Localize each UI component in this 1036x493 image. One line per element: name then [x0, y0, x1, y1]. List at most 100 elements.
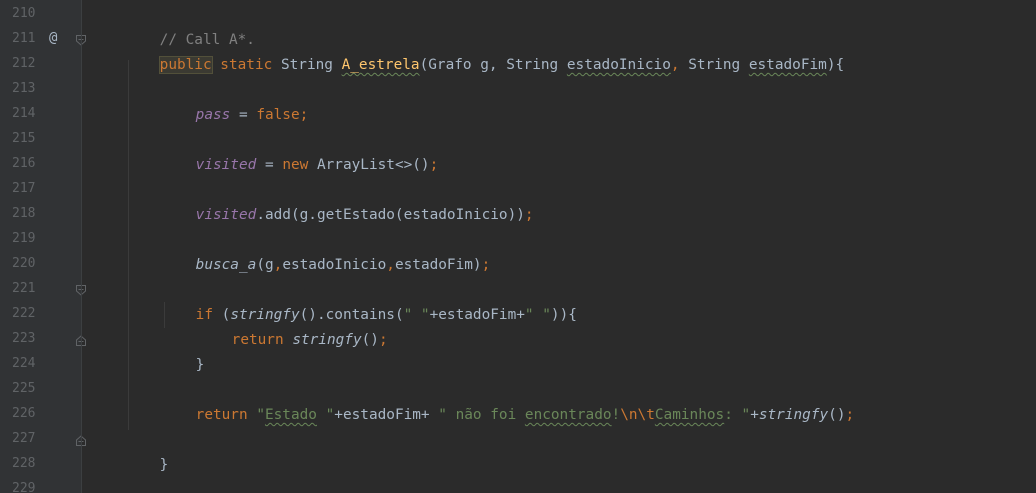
line-number: 221 [12, 281, 36, 296]
line-number: 211 [12, 31, 36, 46]
string-literal: " não foi [438, 407, 525, 423]
line-number: 218 [12, 206, 36, 221]
line-number: 216 [12, 156, 36, 171]
expression: +estadoFim+ [334, 407, 439, 423]
code-editor[interactable]: 210 211 @ 212 213 214 215 216 217 218 21… [0, 0, 1036, 493]
semicolon: ; [429, 157, 439, 173]
type-name: String [280, 57, 342, 73]
string-literal: " [256, 407, 265, 423]
params-close: ){ [826, 57, 845, 73]
type-name: String [688, 57, 749, 73]
string-literal: " [316, 407, 335, 423]
line-gutter[interactable]: 210 211 @ 212 213 214 215 216 217 218 21… [0, 0, 86, 493]
line-number: 223 [12, 331, 36, 346]
code-line-225[interactable]: return "Estado "+estadoFim+ " não foi en… [161, 378, 855, 423]
line-number: 229 [12, 481, 36, 493]
expression: )){ [550, 307, 577, 323]
line-number: 213 [12, 81, 36, 96]
line-number: 217 [12, 181, 36, 196]
line-number: 227 [12, 431, 36, 446]
operator: = [230, 107, 257, 123]
gutter-line: 216 [0, 153, 81, 178]
method-call: stringfy [758, 407, 829, 423]
code-line-221[interactable]: if (stringfy().contains(" "+estadoFim+" … [161, 278, 577, 323]
field-ref: visited [195, 207, 257, 223]
argument: estadoInicio [282, 257, 387, 273]
line-number: 222 [12, 306, 36, 321]
semicolon: ; [481, 257, 491, 273]
string-literal: Caminhos [654, 407, 725, 423]
indent-guide [128, 60, 129, 430]
method-call: busca_a [195, 257, 257, 273]
line-number: 226 [12, 406, 36, 421]
gutter-line: 214 [0, 103, 81, 128]
gutter-line: 212 [0, 53, 81, 78]
string-literal: " " [524, 307, 551, 323]
string-literal: Estado [264, 407, 317, 423]
gutter-line: 222 [0, 303, 81, 328]
string-literal: : " [724, 407, 751, 423]
argument: estadoFim) [394, 257, 482, 273]
code-line-211[interactable]: public static String A_estrela(Grafo g, … [125, 28, 844, 74]
line-number: 220 [12, 256, 36, 271]
field-ref: visited [195, 157, 257, 173]
gutter-line: 213 [0, 78, 81, 103]
comma: , [386, 257, 395, 273]
line-number: 210 [12, 6, 36, 21]
keyword-false: false [256, 107, 300, 123]
line-number: 215 [12, 131, 36, 146]
gutter-line: 218 [0, 203, 81, 228]
gutter-line: 210 [0, 3, 81, 28]
gutter-line: 229 [0, 478, 81, 493]
code-line-223[interactable]: } [161, 328, 205, 373]
semicolon: ; [378, 332, 388, 348]
line-number: 214 [12, 106, 36, 121]
override-marker-icon[interactable]: @ [49, 30, 57, 46]
expression: +estadoFim+ [429, 307, 525, 323]
gutter-line: 215 [0, 128, 81, 153]
comma: , [670, 57, 689, 73]
operator: = [256, 157, 283, 173]
code-line-215[interactable]: visited = new ArrayList<>(); [161, 128, 439, 173]
semicolon: ; [845, 407, 855, 423]
escape-sequence: \n\t [620, 407, 655, 423]
keyword-return: return [195, 407, 257, 423]
gutter-line: 211 @ [0, 28, 86, 53]
gutter-line: 226 [0, 403, 81, 428]
gutter-line: 220 [0, 253, 81, 278]
line-number: 212 [12, 56, 36, 71]
code-line-227[interactable]: } [125, 428, 169, 473]
code-line-217[interactable]: visited.add(g.getEstado(estadoInicio)); [161, 178, 534, 223]
operator: + [750, 407, 759, 423]
gutter-line: 228 [0, 453, 81, 478]
gutter-divider [81, 0, 82, 493]
expression: ArrayList<>() [316, 157, 430, 173]
string-literal: " " [403, 307, 430, 323]
code-line-210[interactable]: // Call A*. [125, 3, 255, 48]
gutter-line: 223 [0, 328, 86, 353]
method-declaration: A_estrela [341, 57, 420, 73]
string-literal: ! [611, 407, 621, 423]
line-number: 228 [12, 456, 36, 471]
expression: () [828, 407, 846, 423]
string-literal: encontrado [524, 407, 612, 423]
code-line-222[interactable]: return stringfy(); [197, 303, 388, 348]
gutter-line: 217 [0, 178, 81, 203]
keyword-new: new [282, 157, 317, 173]
code-line-219[interactable]: busca_a(g,estadoInicio,estadoFim); [161, 228, 491, 273]
closing-brace: } [195, 357, 205, 373]
expression: .add(g.getEstado(estadoInicio)) [256, 207, 525, 223]
keyword-static: static [211, 57, 281, 73]
gutter-line: 225 [0, 378, 81, 403]
params-text: (Grafo g, String [419, 57, 567, 73]
expression: () [361, 332, 379, 348]
expression: (g [256, 257, 274, 273]
param-name: estadoInicio [566, 57, 671, 73]
line-number: 219 [12, 231, 36, 246]
param-name: estadoFim [748, 57, 827, 73]
gutter-line: 221 [0, 278, 86, 303]
method-call: stringfy [292, 332, 362, 348]
code-line-213[interactable]: pass = false; [161, 78, 309, 123]
keyword-public: public [158, 56, 213, 74]
closing-brace: } [159, 457, 169, 473]
